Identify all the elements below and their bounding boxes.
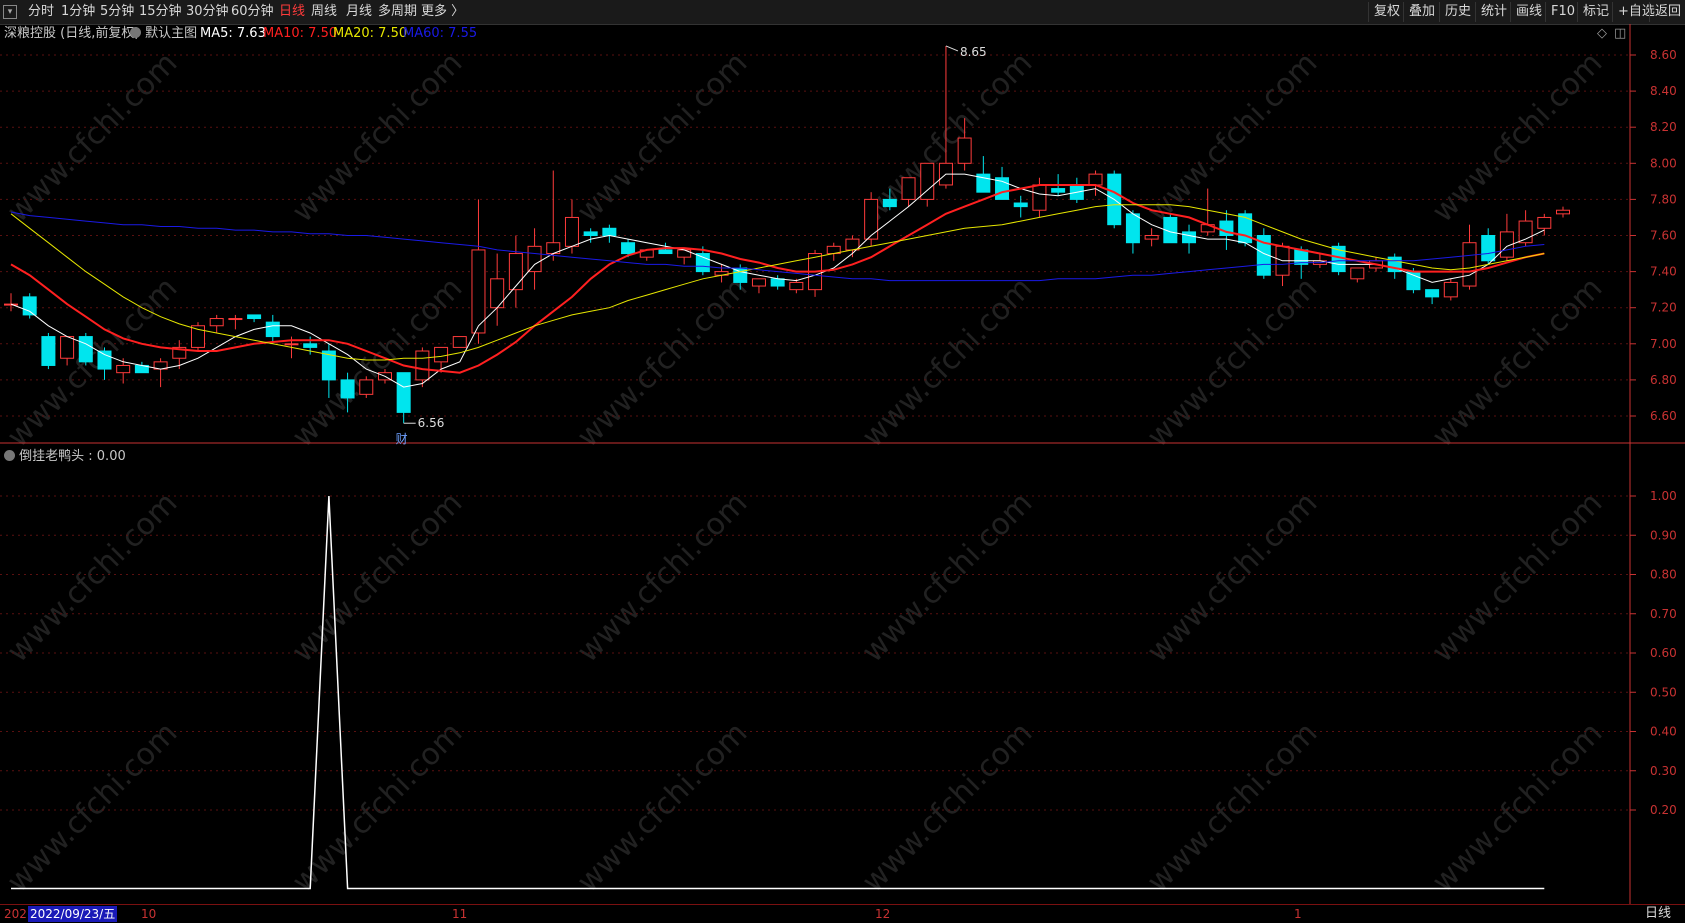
high-pointer: [945, 45, 959, 52]
candle-down: [1481, 235, 1496, 262]
candle-up: [471, 249, 486, 334]
candle-down: [41, 336, 56, 366]
candle-down: [770, 278, 785, 287]
candle-up: [508, 253, 523, 291]
month-label: 11: [452, 907, 468, 921]
y-tick-label: 0.80: [1650, 568, 1677, 582]
candle-down: [265, 321, 280, 338]
date-axis: 202 2022/09/23/五 10 11 12 1 日线: [0, 904, 1685, 923]
y-tick-label: 6.80: [1650, 373, 1677, 387]
y-tick-label: 0.60: [1650, 646, 1677, 660]
month-label: 1: [1294, 907, 1302, 921]
candle-down: [396, 372, 411, 413]
y-tick-label: 0.40: [1650, 725, 1677, 739]
chart-canvas[interactable]: 8.60 8.40 8.20 8.00 7.80 7.60 7.40 7.20 7.00 6.80…: [0, 0, 1685, 922]
candle-up: [1537, 216, 1552, 229]
candle-down: [658, 249, 673, 255]
candle-down: [1406, 271, 1421, 291]
candle-down: [1125, 213, 1140, 244]
high-label: 8.65: [960, 45, 987, 59]
candle-down: [602, 227, 617, 236]
candle-up: [1556, 209, 1570, 215]
candle-down: [621, 242, 636, 255]
candle-down: [1013, 202, 1028, 208]
candle-up: [228, 318, 243, 321]
period-indicator[interactable]: 日线: [1645, 906, 1671, 922]
y-tick-label: 7.40: [1650, 265, 1677, 279]
candle-down: [247, 314, 262, 320]
y-tick-label: 0.50: [1650, 685, 1677, 699]
candle-up: [677, 249, 692, 258]
candle-down: [1425, 289, 1440, 298]
low-label: 6.56: [418, 416, 445, 430]
candle-up: [209, 318, 224, 327]
candle-down: [22, 296, 37, 316]
y-tick-label: 7.80: [1650, 192, 1677, 206]
candle-down: [695, 253, 710, 273]
candle-up: [1443, 281, 1458, 298]
y-tick-label: 6.60: [1650, 409, 1677, 423]
month-label: 12: [875, 907, 891, 921]
y-tick-label: 8.60: [1650, 48, 1677, 62]
y-tick-label: 1.00: [1650, 489, 1677, 503]
candle-up: [1088, 173, 1103, 186]
candle-up: [864, 198, 879, 240]
candle-down: [340, 379, 355, 399]
y-tick-label: 0.30: [1650, 764, 1677, 778]
ma-line-ma60: [10, 211, 1545, 282]
candle-up: [845, 238, 860, 251]
candle-up: [564, 216, 579, 247]
y-tick-label: 7.20: [1650, 301, 1677, 315]
candle-down: [1238, 213, 1253, 244]
candle-up: [1144, 235, 1159, 240]
candle-up: [789, 281, 804, 291]
candle-up: [527, 245, 542, 273]
y-tick-label: 0.20: [1650, 803, 1677, 817]
candle-up: [901, 177, 916, 200]
candle-up: [1350, 267, 1365, 280]
candle-up: [434, 346, 449, 363]
current-date: 2022/09/23/五: [28, 906, 118, 922]
candle-up: [284, 343, 299, 346]
y-tick-label: 7.00: [1650, 337, 1677, 351]
candle-down: [78, 336, 93, 363]
y-tick-label: 8.40: [1650, 84, 1677, 98]
candle-up: [116, 364, 131, 374]
y-tick-label: 7.60: [1650, 229, 1677, 243]
month-label: 10: [141, 907, 157, 921]
candle-down: [1182, 231, 1197, 244]
candle-up: [60, 336, 75, 359]
candle-up: [359, 379, 374, 395]
candle-up: [1462, 242, 1477, 287]
event-marker: 财: [396, 432, 408, 446]
candle-down: [583, 231, 598, 236]
candle-down: [97, 350, 112, 370]
candle-down: [882, 198, 897, 208]
candle-down: [303, 343, 318, 348]
y-tick-label: 0.90: [1650, 528, 1677, 542]
candle-up: [957, 137, 972, 164]
candle-up: [1032, 184, 1047, 211]
y-tick-label: 8.20: [1650, 120, 1677, 134]
candle-up: [490, 278, 505, 309]
y-tick-label: 8.00: [1650, 156, 1677, 170]
candle-up: [751, 278, 766, 287]
candle-up: [452, 336, 467, 348]
candle-down: [1051, 188, 1066, 193]
y-tick-label: 0.70: [1650, 607, 1677, 621]
candle-up: [415, 350, 430, 381]
date-prefix: 202: [4, 907, 27, 921]
